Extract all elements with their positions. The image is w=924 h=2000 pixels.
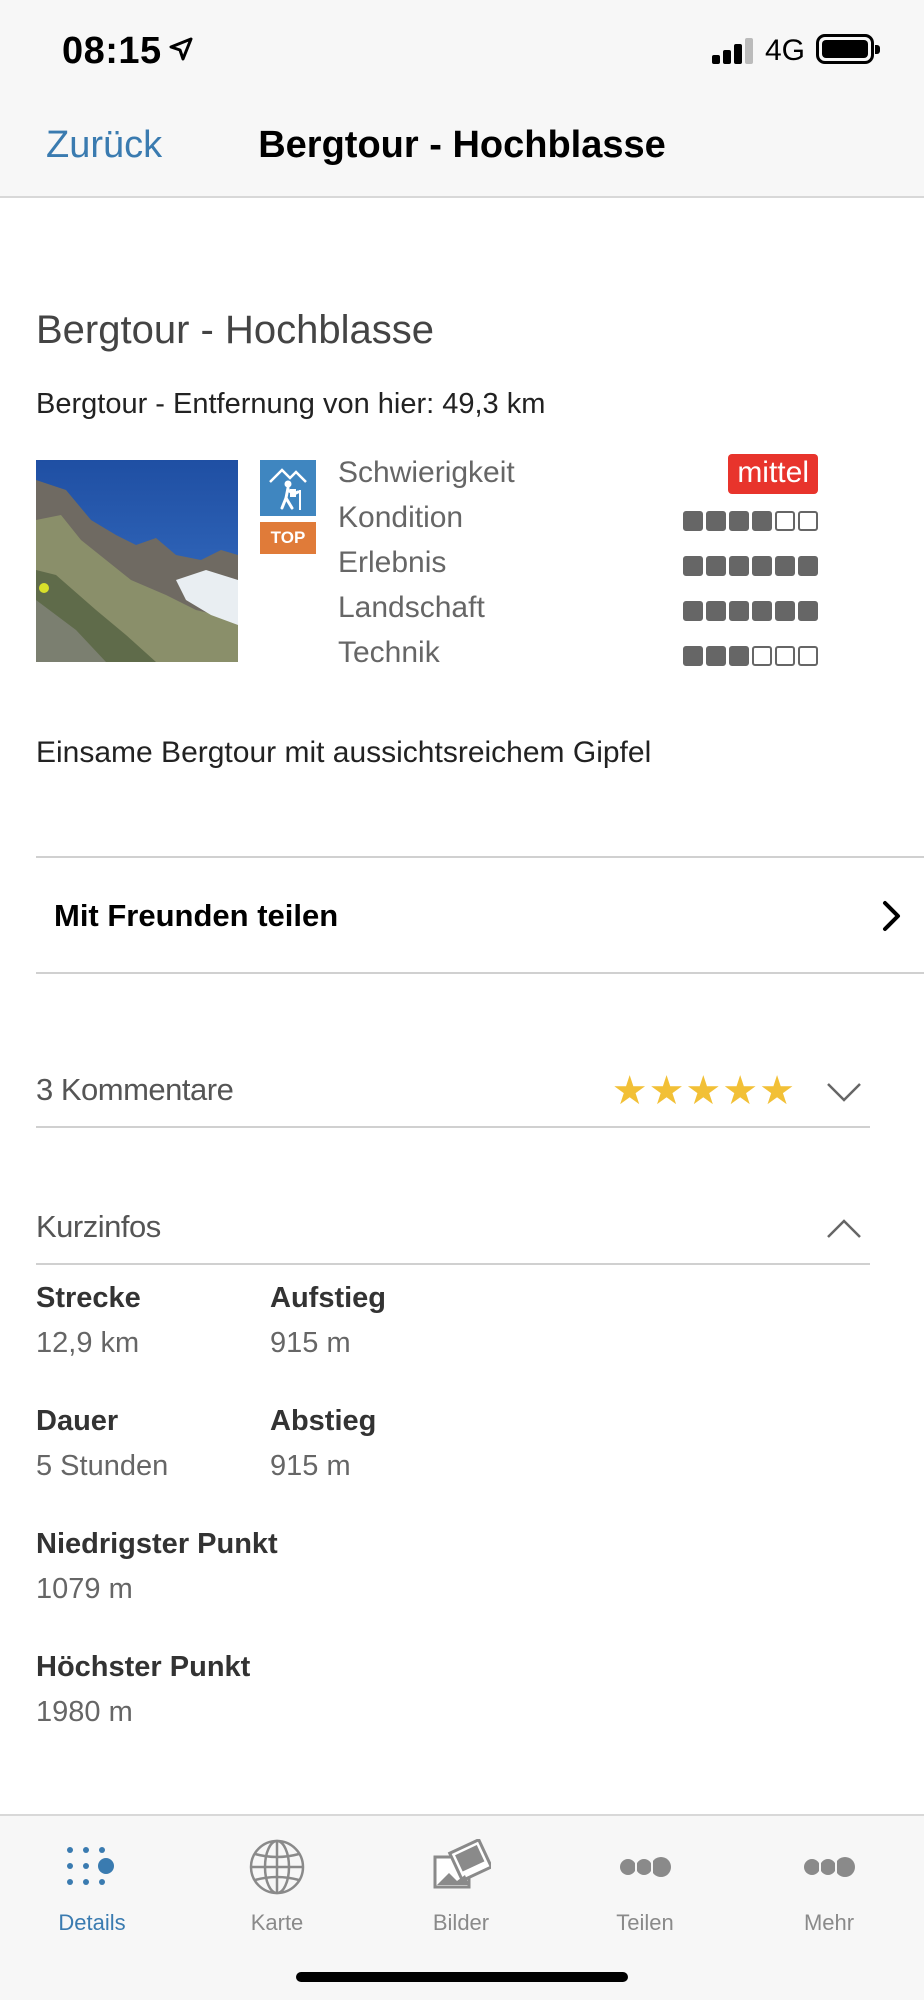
rating-square-filled	[683, 646, 703, 666]
photos-icon	[396, 1832, 526, 1902]
info-label: Strecke	[36, 1282, 141, 1314]
info-label: Niedrigster Punkt	[36, 1528, 278, 1560]
info-aufstieg: Aufstieg 915 m	[270, 1282, 386, 1360]
tour-title: Bergtour - Hochblasse	[36, 308, 434, 352]
rating-square-filled	[706, 556, 726, 576]
rating-square-filled	[729, 646, 749, 666]
kurzinfos-header[interactable]: Kurzinfos	[36, 1197, 870, 1265]
rating-row: Kondition	[338, 497, 818, 542]
tab-label: Karte	[250, 1910, 304, 1935]
info-strecke: Strecke 12,9 km	[36, 1282, 141, 1360]
rating-square-filled	[752, 601, 772, 621]
rating-square-filled	[775, 556, 795, 576]
tab-label: Bilder	[432, 1910, 490, 1935]
top-badge: TOP	[260, 522, 316, 554]
battery-icon	[816, 34, 880, 64]
info-dauer: Dauer 5 Stunden	[36, 1405, 168, 1483]
chevron-down-icon	[827, 1083, 861, 1102]
rating-square-filled	[729, 601, 749, 621]
rating-square-empty	[798, 511, 818, 531]
info-abstieg: Abstieg 915 m	[270, 1405, 376, 1483]
tour-description: Einsame Bergtour mit aussichtsreichem Gi…	[36, 736, 652, 769]
chevron-up-icon	[827, 1219, 861, 1238]
comments-header[interactable]: 3 Kommentare ★★★★★	[36, 1060, 870, 1128]
rating-indicator	[683, 601, 818, 621]
info-hoechster-punkt: Höchster Punkt 1980 m	[36, 1651, 250, 1729]
comments-label: 3 Kommentare	[36, 1072, 234, 1107]
rating-square-filled	[683, 601, 703, 621]
rating-square-filled	[752, 511, 772, 531]
rating-indicator	[683, 556, 818, 576]
share-label: Mit Freunden teilen	[54, 898, 339, 933]
rating-square-filled	[752, 556, 772, 576]
info-label: Abstieg	[270, 1405, 377, 1437]
info-label: Dauer	[36, 1405, 119, 1437]
rating-square-filled	[798, 601, 818, 621]
rating-square-filled	[683, 511, 703, 531]
difficulty-row: Schwierigkeit mittel	[338, 452, 818, 497]
rating-square-empty	[752, 646, 772, 666]
rating-square-filled	[798, 556, 818, 576]
tab-karte[interactable]: Karte	[212, 1832, 342, 1936]
share-with-friends-row[interactable]: Mit Freunden teilen	[36, 856, 924, 974]
difficulty-label: Schwierigkeit	[338, 456, 515, 489]
tour-distance: Bergtour - Entfernung von hier: 49,3 km	[36, 388, 546, 420]
info-value: 5 Stunden	[36, 1450, 169, 1482]
cellular-signal-icon	[712, 38, 756, 64]
back-button[interactable]: Zurück	[46, 124, 162, 167]
rating-square-filled	[683, 556, 703, 576]
location-arrow-icon	[169, 37, 193, 61]
rating-square-filled	[706, 646, 726, 666]
rating-indicator	[683, 646, 818, 666]
status-time: 08:15	[62, 30, 162, 72]
navigation-bar: Bergtour - Hochblasse Zurück	[0, 100, 924, 198]
tab-bilder[interactable]: Bilder	[396, 1832, 526, 1936]
rating-label: Kondition	[338, 501, 464, 534]
share-dots-icon	[580, 1832, 710, 1902]
home-indicator	[296, 1972, 628, 1982]
info-label: Höchster Punkt	[36, 1651, 251, 1683]
rating-label: Technik	[338, 636, 440, 669]
info-value: 12,9 km	[36, 1327, 140, 1359]
tab-details[interactable]: Details	[27, 1832, 157, 1936]
info-value: 915 m	[270, 1327, 351, 1359]
rating-stars: ★★★★★	[611, 1069, 796, 1113]
tour-badges: TOP	[260, 460, 316, 554]
difficulty-badge: mittel	[728, 454, 818, 494]
tab-label: Mehr	[803, 1910, 855, 1935]
tab-label: Details	[58, 1910, 126, 1935]
rating-label: Landschaft	[338, 591, 485, 624]
rating-row: Landschaft	[338, 587, 818, 632]
info-value: 1079 m	[36, 1573, 133, 1605]
rating-row: Erlebnis	[338, 542, 818, 587]
kurzinfos-title: Kurzinfos	[36, 1209, 161, 1244]
globe-icon	[212, 1832, 342, 1902]
network-type: 4G	[765, 34, 806, 67]
info-label: Aufstieg	[270, 1282, 386, 1314]
rating-square-empty	[775, 646, 795, 666]
rating-label: Erlebnis	[338, 546, 447, 579]
tour-photo[interactable]	[36, 460, 238, 662]
rating-square-filled	[775, 601, 795, 621]
ratings-panel: Schwierigkeit mittel Kondition Erlebnis La…	[338, 452, 818, 677]
rating-square-filled	[729, 556, 749, 576]
info-value: 915 m	[270, 1450, 351, 1482]
rating-square-empty	[775, 511, 795, 531]
rating-indicator	[683, 511, 818, 531]
rating-square-empty	[798, 646, 818, 666]
tab-mehr[interactable]: Mehr	[764, 1832, 894, 1936]
status-bar: 08:15 4G	[0, 0, 924, 100]
dots-grid-icon	[27, 1832, 157, 1902]
rating-row: Technik	[338, 632, 818, 677]
tab-teilen[interactable]: Teilen	[580, 1832, 710, 1936]
tab-label: Teilen	[616, 1910, 674, 1935]
hiker-icon	[260, 460, 316, 516]
rating-square-filled	[706, 511, 726, 531]
chevron-right-icon	[883, 901, 900, 931]
more-dots-icon	[764, 1832, 894, 1902]
rating-square-filled	[706, 601, 726, 621]
rating-square-filled	[729, 511, 749, 531]
info-value: 1980 m	[36, 1696, 133, 1728]
info-niedrigster-punkt: Niedrigster Punkt 1079 m	[36, 1528, 278, 1606]
